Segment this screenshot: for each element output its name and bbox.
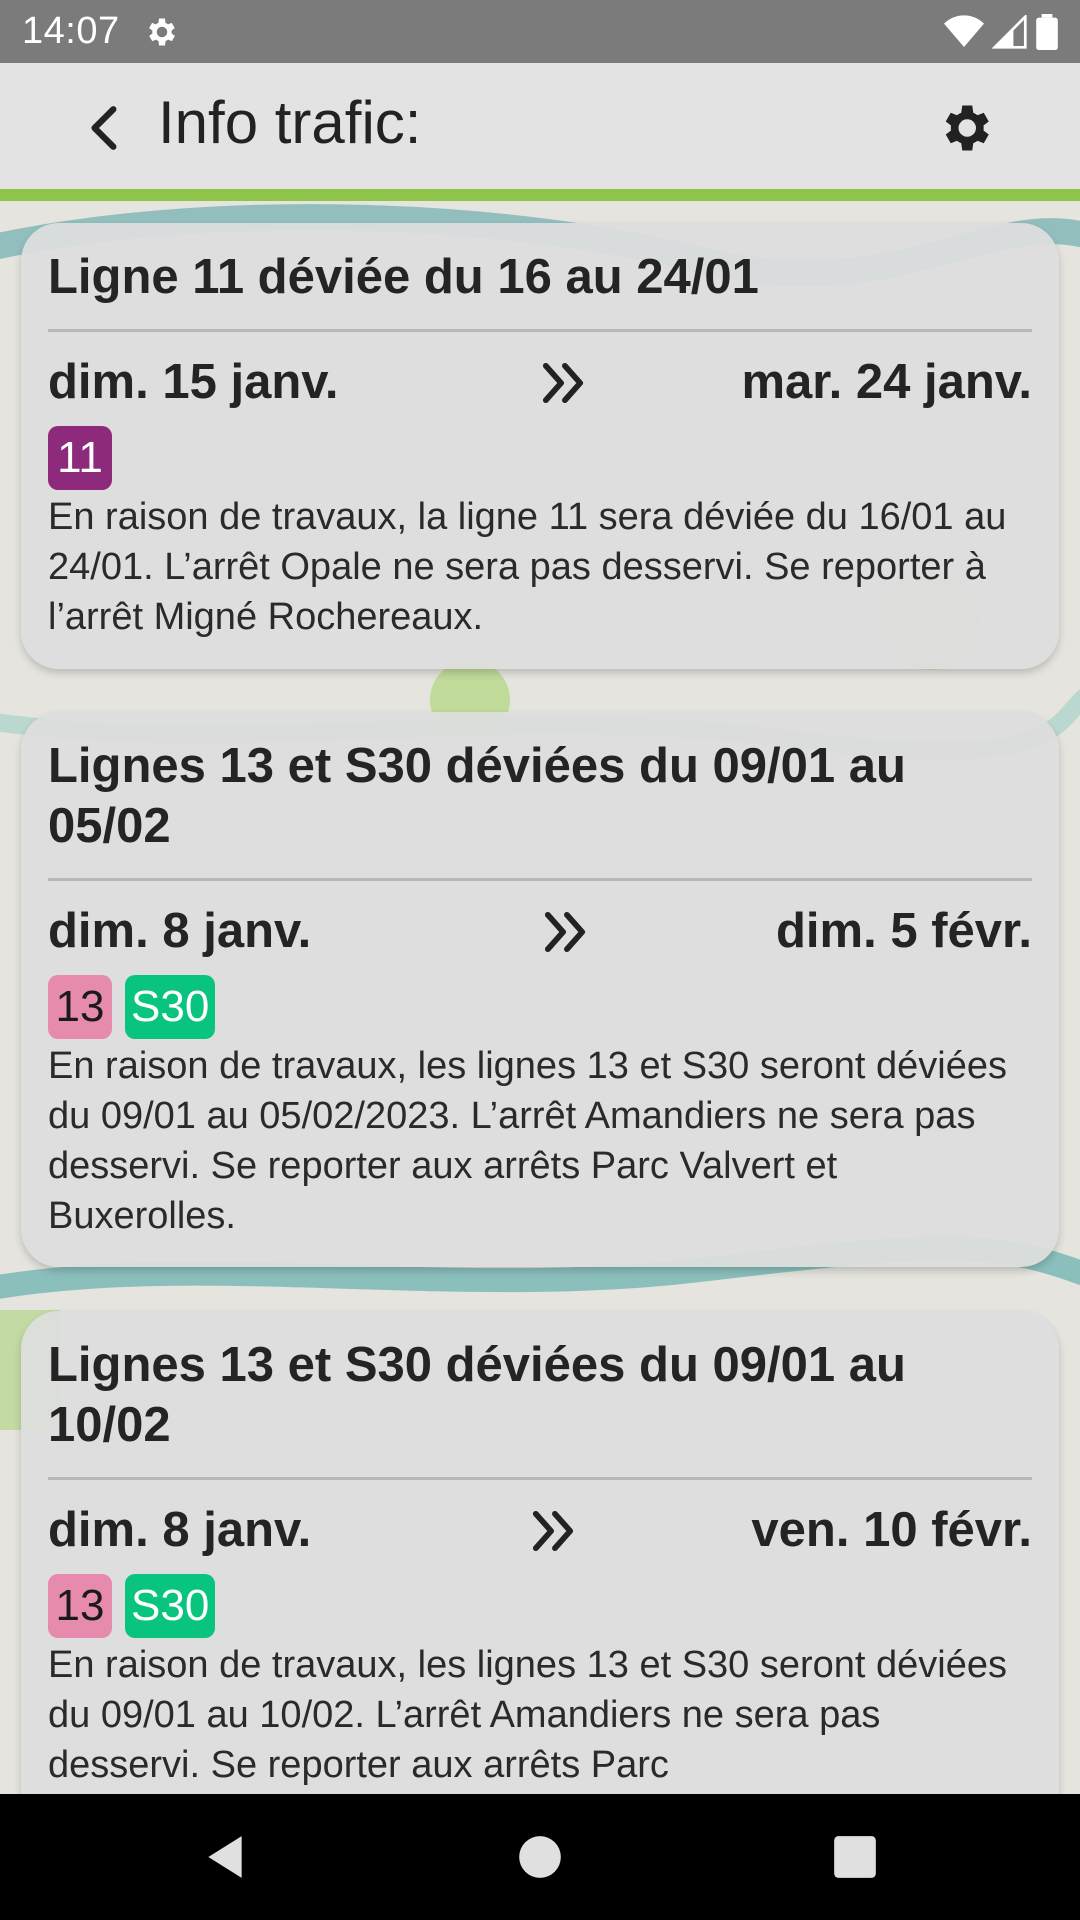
start-date: dim. 15 janv. <box>48 355 339 409</box>
status-time: 14:07 <box>22 10 120 52</box>
status-icons <box>944 13 1058 50</box>
traffic-card[interactable]: Lignes 13 et S30 déviées du 09/01 au 10/… <box>21 1311 1059 1794</box>
screen: 14:07 Info trafic: Ligne 11 déviée du 16… <box>0 0 1080 1920</box>
traffic-card[interactable]: Lignes 13 et S30 déviées du 09/01 au 05/… <box>21 712 1059 1267</box>
battery-icon <box>1036 13 1058 50</box>
card-title: Lignes 13 et S30 déviées du 09/01 au 10/… <box>48 1311 1032 1480</box>
wifi-icon <box>944 14 984 47</box>
end-date: ven. 10 févr. <box>751 1503 1032 1557</box>
line-badges: 13 S30 <box>48 1574 1032 1638</box>
end-date: dim. 5 févr. <box>775 904 1032 958</box>
date-range: dim. 8 janv. dim. 5 févr. <box>48 893 1032 971</box>
page-title: Info trafic: <box>158 89 422 156</box>
signal-icon <box>992 14 1027 49</box>
card-title: Ligne 11 déviée du 16 au 24/01 <box>48 223 1032 332</box>
back-triangle-icon[interactable] <box>200 1832 250 1882</box>
status-bar: 14:07 <box>0 0 1080 63</box>
traffic-info-list[interactable]: Ligne 11 déviée du 16 au 24/01 dim. 15 j… <box>0 201 1080 1794</box>
date-range: dim. 8 janv. ven. 10 févr. <box>48 1492 1032 1570</box>
date-range: dim. 15 janv. mar. 24 janv. <box>48 344 1032 422</box>
navigation-bar <box>0 1794 1080 1920</box>
settings-icon <box>148 18 175 45</box>
line-badges: 11 <box>48 426 1032 490</box>
traffic-card[interactable]: Ligne 11 déviée du 16 au 24/01 dim. 15 j… <box>21 223 1059 669</box>
line-badge: 13 <box>48 1574 112 1638</box>
line-badge: 13 <box>48 975 112 1039</box>
card-description: En raison de travaux, la ligne 11 sera d… <box>48 496 1007 638</box>
double-chevron-right-icon <box>532 1510 574 1552</box>
settings-button[interactable] <box>935 98 995 158</box>
card-description: En raison de travaux, les lignes 13 et S… <box>48 1045 1008 1237</box>
line-badge: S30 <box>125 975 216 1039</box>
double-chevron-right-icon <box>542 362 584 404</box>
card-description: En raison de travaux, les lignes 13 et S… <box>48 1644 1008 1786</box>
start-date: dim. 8 janv. <box>48 904 312 958</box>
double-chevron-right-icon <box>544 911 586 953</box>
card-title: Lignes 13 et S30 déviées du 09/01 au 05/… <box>48 712 1032 881</box>
start-date: dim. 8 janv. <box>48 1503 312 1557</box>
home-circle-icon[interactable] <box>515 1832 565 1882</box>
recents-square-icon[interactable] <box>830 1832 880 1882</box>
back-button[interactable] <box>80 103 130 153</box>
app-bar: Info trafic: <box>0 63 1080 201</box>
end-date: mar. 24 janv. <box>741 355 1032 409</box>
line-badge: 11 <box>48 426 112 490</box>
line-badge: S30 <box>125 1574 216 1638</box>
line-badges: 13 S30 <box>48 975 1032 1039</box>
